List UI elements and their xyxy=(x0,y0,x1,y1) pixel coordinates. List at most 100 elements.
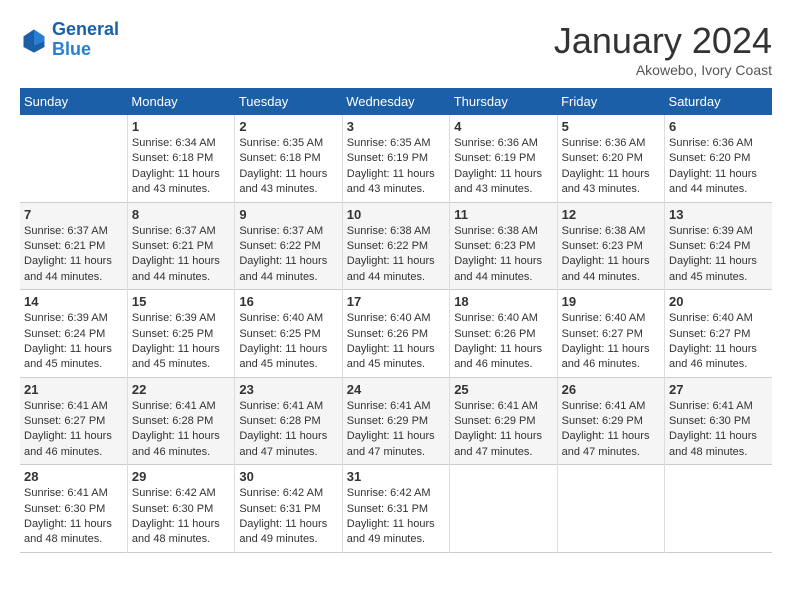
title-block: January 2024 Akowebo, Ivory Coast xyxy=(554,20,772,78)
header-wednesday: Wednesday xyxy=(342,88,449,115)
day-number: 26 xyxy=(562,382,660,397)
calendar-cell: 26Sunrise: 6:41 AMSunset: 6:29 PMDayligh… xyxy=(557,377,664,465)
cell-info: Sunrise: 6:41 AMSunset: 6:29 PMDaylight:… xyxy=(347,399,445,461)
day-number: 6 xyxy=(669,119,768,134)
calendar-cell: 6 Sunrise: 6:36 AMSunset: 6:20 PMDaylight… xyxy=(665,115,772,202)
day-number: 1 xyxy=(132,119,230,134)
calendar-cell: 21Sunrise: 6:41 AMSunset: 6:27 PMDayligh… xyxy=(20,377,127,465)
header-tuesday: Tuesday xyxy=(235,88,342,115)
calendar-cell: 18 Sunrise: 6:40 AMSunset: 6:26 PMDayligh… xyxy=(450,290,557,378)
day-number: 15 xyxy=(132,294,230,309)
cell-info: Sunrise: 6:40 AMSunset: 6:27 PMDaylight:… xyxy=(562,311,660,373)
cell-info: Sunrise: 6:39 AMSunset: 6:24 PMDaylight:… xyxy=(24,311,123,373)
day-number: 8 xyxy=(132,207,230,222)
calendar-cell xyxy=(20,115,127,202)
calendar-cell: 10 Sunrise: 6:38 AMSunset: 6:22 PMDayligh… xyxy=(342,202,449,290)
calendar-cell: 4 Sunrise: 6:36 AMSunset: 6:19 PMDaylight… xyxy=(450,115,557,202)
cell-info: Sunrise: 6:35 AMSunset: 6:19 PMDaylight:… xyxy=(347,136,445,198)
calendar-cell: 14 Sunrise: 6:39 AMSunset: 6:24 PMDayligh… xyxy=(20,290,127,378)
calendar-cell: 9Sunrise: 6:37 AMSunset: 6:22 PMDaylight… xyxy=(235,202,342,290)
header-thursday: Thursday xyxy=(450,88,557,115)
cell-info: Sunrise: 6:41 AMSunset: 6:29 PMDaylight:… xyxy=(454,399,552,461)
day-number: 19 xyxy=(562,294,660,309)
cell-info: Sunrise: 6:39 AMSunset: 6:25 PMDaylight:… xyxy=(132,311,230,373)
cell-info: Sunrise: 6:37 AMSunset: 6:21 PMDaylight:… xyxy=(132,224,230,286)
calendar-cell: 5 Sunrise: 6:36 AMSunset: 6:20 PMDaylight… xyxy=(557,115,664,202)
calendar-cell: 24 Sunrise: 6:41 AMSunset: 6:29 PMDayligh… xyxy=(342,377,449,465)
logo-text: General Blue xyxy=(52,20,119,60)
day-number: 11 xyxy=(454,207,552,222)
calendar-cell: 23 Sunrise: 6:41 AMSunset: 6:28 PMDayligh… xyxy=(235,377,342,465)
calendar-cell: 22 Sunrise: 6:41 AMSunset: 6:28 PMDayligh… xyxy=(127,377,234,465)
header-sunday: Sunday xyxy=(20,88,127,115)
cell-info: Sunrise: 6:40 AMSunset: 6:27 PMDaylight:… xyxy=(669,311,768,373)
day-number: 14 xyxy=(24,294,123,309)
day-number: 25 xyxy=(454,382,552,397)
day-number: 28 xyxy=(24,469,123,484)
calendar-cell: 16 Sunrise: 6:40 AMSunset: 6:25 PMDayligh… xyxy=(235,290,342,378)
day-number: 18 xyxy=(454,294,552,309)
logo: General Blue xyxy=(20,20,119,60)
cell-info: Sunrise: 6:36 AMSunset: 6:20 PMDaylight:… xyxy=(669,136,768,198)
calendar-header-row: SundayMondayTuesdayWednesdayThursdayFrid… xyxy=(20,88,772,115)
cell-info: Sunrise: 6:40 AMSunset: 6:26 PMDaylight:… xyxy=(347,311,445,373)
day-number: 27 xyxy=(669,382,768,397)
day-number: 9 xyxy=(239,207,337,222)
calendar-cell: 25 Sunrise: 6:41 AMSunset: 6:29 PMDayligh… xyxy=(450,377,557,465)
location-subtitle: Akowebo, Ivory Coast xyxy=(554,62,772,78)
cell-info: Sunrise: 6:37 AMSunset: 6:21 PMDaylight:… xyxy=(24,224,123,286)
cell-info: Sunrise: 6:40 AMSunset: 6:26 PMDaylight:… xyxy=(454,311,552,373)
day-number: 4 xyxy=(454,119,552,134)
calendar-cell: 19 Sunrise: 6:40 AMSunset: 6:27 PMDayligh… xyxy=(557,290,664,378)
cell-info: Sunrise: 6:35 AMSunset: 6:18 PMDaylight:… xyxy=(239,136,337,198)
month-title: January 2024 xyxy=(554,20,772,62)
cell-info: Sunrise: 6:36 AMSunset: 6:20 PMDaylight:… xyxy=(562,136,660,198)
calendar-cell: 2 Sunrise: 6:35 AMSunset: 6:18 PMDaylight… xyxy=(235,115,342,202)
calendar-cell: 17 Sunrise: 6:40 AMSunset: 6:26 PMDayligh… xyxy=(342,290,449,378)
cell-info: Sunrise: 6:41 AMSunset: 6:28 PMDaylight:… xyxy=(132,399,230,461)
cell-info: Sunrise: 6:38 AMSunset: 6:23 PMDaylight:… xyxy=(454,224,552,286)
logo-icon xyxy=(20,26,48,54)
header-monday: Monday xyxy=(127,88,234,115)
calendar-cell: 13Sunrise: 6:39 AMSunset: 6:24 PMDayligh… xyxy=(665,202,772,290)
day-number: 22 xyxy=(132,382,230,397)
page-header: General Blue January 2024 Akowebo, Ivory… xyxy=(20,20,772,78)
calendar-cell: 30Sunrise: 6:42 AMSunset: 6:31 PMDayligh… xyxy=(235,465,342,553)
calendar-cell: 3 Sunrise: 6:35 AMSunset: 6:19 PMDaylight… xyxy=(342,115,449,202)
cell-info: Sunrise: 6:38 AMSunset: 6:22 PMDaylight:… xyxy=(347,224,445,286)
day-number: 20 xyxy=(669,294,768,309)
day-number: 13 xyxy=(669,207,768,222)
day-number: 10 xyxy=(347,207,445,222)
cell-info: Sunrise: 6:41 AMSunset: 6:27 PMDaylight:… xyxy=(24,399,123,461)
cell-info: Sunrise: 6:40 AMSunset: 6:25 PMDaylight:… xyxy=(239,311,337,373)
calendar-week-row: 21Sunrise: 6:41 AMSunset: 6:27 PMDayligh… xyxy=(20,377,772,465)
day-number: 31 xyxy=(347,469,445,484)
calendar-week-row: 28 Sunrise: 6:41 AMSunset: 6:30 PMDayligh… xyxy=(20,465,772,553)
cell-info: Sunrise: 6:41 AMSunset: 6:28 PMDaylight:… xyxy=(239,399,337,461)
day-number: 24 xyxy=(347,382,445,397)
cell-info: Sunrise: 6:36 AMSunset: 6:19 PMDaylight:… xyxy=(454,136,552,198)
header-saturday: Saturday xyxy=(665,88,772,115)
calendar-cell: 27Sunrise: 6:41 AMSunset: 6:30 PMDayligh… xyxy=(665,377,772,465)
header-friday: Friday xyxy=(557,88,664,115)
calendar-cell xyxy=(450,465,557,553)
day-number: 2 xyxy=(239,119,337,134)
day-number: 7 xyxy=(24,207,123,222)
day-number: 3 xyxy=(347,119,445,134)
cell-info: Sunrise: 6:34 AMSunset: 6:18 PMDaylight:… xyxy=(132,136,230,198)
day-number: 23 xyxy=(239,382,337,397)
day-number: 17 xyxy=(347,294,445,309)
calendar-cell: 20 Sunrise: 6:40 AMSunset: 6:27 PMDayligh… xyxy=(665,290,772,378)
calendar-cell: 1 Sunrise: 6:34 AMSunset: 6:18 PMDaylight… xyxy=(127,115,234,202)
calendar-cell: 11 Sunrise: 6:38 AMSunset: 6:23 PMDayligh… xyxy=(450,202,557,290)
day-number: 29 xyxy=(132,469,230,484)
cell-info: Sunrise: 6:41 AMSunset: 6:30 PMDaylight:… xyxy=(24,486,123,548)
calendar-cell: 28 Sunrise: 6:41 AMSunset: 6:30 PMDayligh… xyxy=(20,465,127,553)
calendar-cell: 7 Sunrise: 6:37 AMSunset: 6:21 PMDaylight… xyxy=(20,202,127,290)
calendar-cell xyxy=(557,465,664,553)
calendar-cell: 15 Sunrise: 6:39 AMSunset: 6:25 PMDayligh… xyxy=(127,290,234,378)
day-number: 16 xyxy=(239,294,337,309)
calendar-cell: 31Sunrise: 6:42 AMSunset: 6:31 PMDayligh… xyxy=(342,465,449,553)
day-number: 5 xyxy=(562,119,660,134)
cell-info: Sunrise: 6:42 AMSunset: 6:30 PMDaylight:… xyxy=(132,486,230,548)
